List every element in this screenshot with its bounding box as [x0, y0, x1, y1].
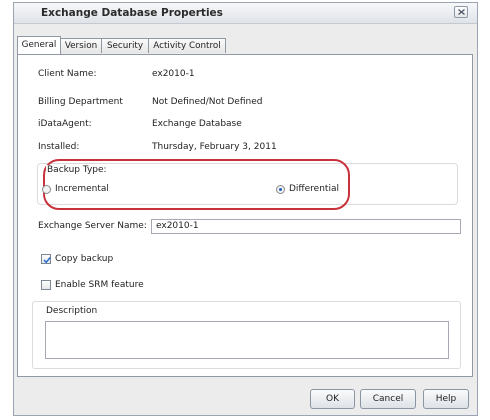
description-textarea[interactable] — [45, 321, 449, 359]
tab-activity-control[interactable]: Activity Control — [148, 38, 226, 53]
cancel-button[interactable]: Cancel — [360, 389, 416, 409]
incremental-radio[interactable] — [42, 185, 51, 194]
idataagent-label: iDataAgent: — [38, 119, 92, 129]
description-legend: Description — [44, 306, 100, 316]
copy-backup-checkbox[interactable] — [41, 254, 51, 264]
tab-general[interactable]: General — [17, 36, 61, 54]
client-name-label: Client Name: — [38, 69, 97, 79]
ok-button[interactable]: OK — [310, 389, 355, 409]
properties-dialog: Exchange Database Properties General Ver… — [13, 2, 478, 416]
title-bar[interactable]: Exchange Database Properties — [14, 3, 477, 24]
billing-department-value: Not Defined/Not Defined — [152, 97, 263, 107]
client-name-value: ex2010-1 — [152, 69, 195, 79]
installed-label: Installed: — [38, 142, 80, 152]
enable-srm-checkbox[interactable] — [41, 280, 51, 290]
exchange-server-input[interactable]: ex2010-1 — [151, 219, 461, 234]
tab-security[interactable]: Security — [101, 38, 149, 53]
billing-department-label: Billing Department — [38, 97, 123, 107]
installed-value: Thursday, February 3, 2011 — [152, 142, 277, 152]
differential-radio[interactable] — [276, 185, 285, 194]
copy-backup-label[interactable]: Copy backup — [55, 254, 113, 264]
idataagent-value: Exchange Database — [152, 119, 242, 129]
dialog-title: Exchange Database Properties — [41, 7, 223, 19]
general-panel: Client Name: ex2010-1 Billing Department… — [17, 54, 473, 377]
close-button[interactable] — [454, 6, 468, 18]
check-icon — [43, 257, 51, 264]
close-icon — [458, 9, 465, 15]
help-button[interactable]: Help — [423, 389, 469, 409]
incremental-label[interactable]: Incremental — [55, 184, 109, 194]
enable-srm-label[interactable]: Enable SRM feature — [55, 280, 144, 290]
exchange-server-label: Exchange Server Name: — [38, 221, 147, 231]
differential-label[interactable]: Differential — [289, 184, 339, 194]
tab-version[interactable]: Version — [60, 38, 102, 53]
backup-type-legend: Backup Type: — [46, 165, 108, 175]
